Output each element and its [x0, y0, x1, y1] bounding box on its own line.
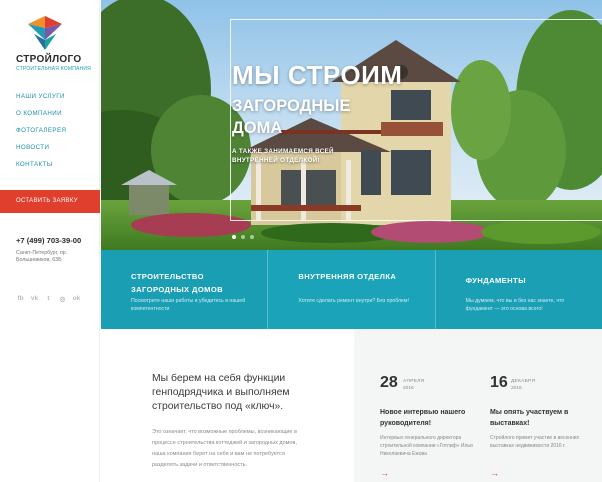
- company-logo[interactable]: [20, 14, 70, 52]
- hero-title: МЫ СТРОИМ: [232, 60, 403, 90]
- news-text: Интервью генерального директора строител…: [380, 435, 473, 457]
- phone-number[interactable]: +7 (499) 703-39-00: [16, 236, 81, 245]
- instagram-icon[interactable]: ◎: [58, 294, 67, 303]
- hero-banner: МЫ СТРОИМ ЗАГОРОДНЫЕ ДОМА А ТАКЖЕ ЗАНИМА…: [101, 0, 602, 250]
- brand-name: СТРОЙЛОГО: [16, 54, 82, 65]
- nav-item-gallery[interactable]: ФОТОГАЛЕРЕЯ: [16, 127, 66, 144]
- news-year: 2016: [403, 386, 414, 391]
- facebook-icon[interactable]: fb: [16, 294, 25, 303]
- request-button[interactable]: ОСТАВИТЬ ЗАЯВКУ: [0, 190, 100, 213]
- social-links: fb vk t ◎ ok: [16, 294, 81, 303]
- arrow-right-icon[interactable]: →: [490, 468, 499, 478]
- twitter-icon[interactable]: t: [44, 294, 53, 303]
- slider-dot-1[interactable]: [232, 235, 236, 239]
- news-month: ДЕКАБРЯ: [511, 379, 536, 384]
- services-strip: СТРОИТЕЛЬСТВО ЗАГОРОДНЫХ ДОМОВ Посмотрит…: [101, 250, 602, 329]
- service-title: ВНУТРЕННЯЯ ОТДЕЛКА: [298, 272, 397, 281]
- brand-tagline: СТРОИТЕЛЬНАЯ КОМПАНИЯ: [16, 66, 91, 72]
- main-nav: НАШИ УСЛУГИ О КОМПАНИИ ФОТОГАЛЕРЕЯ НОВОС…: [16, 93, 66, 178]
- news-item[interactable]: 28 АПРЕЛЯ 2016 Новое интервью нашего рук…: [380, 329, 490, 482]
- nav-item-news[interactable]: НОВОСТИ: [16, 144, 66, 161]
- service-card-houses[interactable]: СТРОИТЕЛЬСТВО ЗАГОРОДНЫХ ДОМОВ Посмотрит…: [101, 250, 268, 329]
- about-lead: Мы берем на себя функции генподрядчика и…: [152, 373, 290, 412]
- sidebar: СТРОЙЛОГО СТРОИТЕЛЬНАЯ КОМПАНИЯ НАШИ УСЛ…: [0, 0, 100, 482]
- address: Санкт-Петербург, пр. Большевиков, 63Б: [16, 250, 68, 263]
- news-text: Стройлого примет участие в весенних выст…: [490, 435, 580, 449]
- slider-dots: [232, 235, 254, 239]
- nav-item-about[interactable]: О КОМПАНИИ: [16, 110, 66, 127]
- service-card-foundations[interactable]: ФУНДАМЕНТЫ Мы думаем, что вы и без нас з…: [434, 250, 602, 329]
- service-title: СТРОИТЕЛЬСТВО ЗАГОРОДНЫХ ДОМОВ: [131, 272, 224, 294]
- odnoklassniki-icon[interactable]: ok: [72, 294, 81, 303]
- arrow-right-icon[interactable]: →: [380, 468, 389, 478]
- news-year: 2016: [511, 386, 522, 391]
- news-item[interactable]: 16 ДЕКАБРЯ 2016 Мы опять участвуем в выс…: [490, 329, 600, 482]
- news-title[interactable]: Мы опять участвуем в выставках!: [490, 407, 590, 429]
- about-body: Это означает, что возможные проблемы, во…: [152, 429, 297, 468]
- nav-item-services[interactable]: НАШИ УСЛУГИ: [16, 93, 66, 110]
- hero-note: А ТАКЖЕ ЗАНИМАЕМСЯ ВСЕЙ ВНУТРЕННЕЙ ОТДЕЛ…: [232, 148, 334, 164]
- about-section: Мы берем на себя функции генподрядчика и…: [101, 329, 354, 482]
- news-day: 28: [380, 374, 398, 391]
- service-text: Мы думаем, что вы и без нас знаете, что …: [465, 298, 565, 312]
- news-title[interactable]: Новое интервью нашего руководителя!: [380, 407, 480, 429]
- hero-subtitle: ЗАГОРОДНЫЕ ДОМА: [232, 97, 351, 137]
- service-title: ФУНДАМЕНТЫ: [465, 276, 526, 285]
- nav-item-contacts[interactable]: КОНТАКТЫ: [16, 161, 66, 178]
- slider-dot-2[interactable]: [241, 235, 245, 239]
- service-text: Хотите сделать ремонт внутри? Без пробле…: [298, 298, 409, 304]
- vk-icon[interactable]: vk: [30, 294, 39, 303]
- service-text: Посмотрите наши работы и убедитесь в наш…: [131, 298, 246, 312]
- news-section: 28 АПРЕЛЯ 2016 Новое интервью нашего рук…: [354, 329, 602, 482]
- service-card-interior[interactable]: ВНУТРЕННЯЯ ОТДЕЛКА Хотите сделать ремонт…: [267, 250, 435, 329]
- news-day: 16: [490, 374, 508, 391]
- news-month: АПРЕЛЯ: [403, 379, 425, 384]
- slider-dot-3[interactable]: [250, 235, 254, 239]
